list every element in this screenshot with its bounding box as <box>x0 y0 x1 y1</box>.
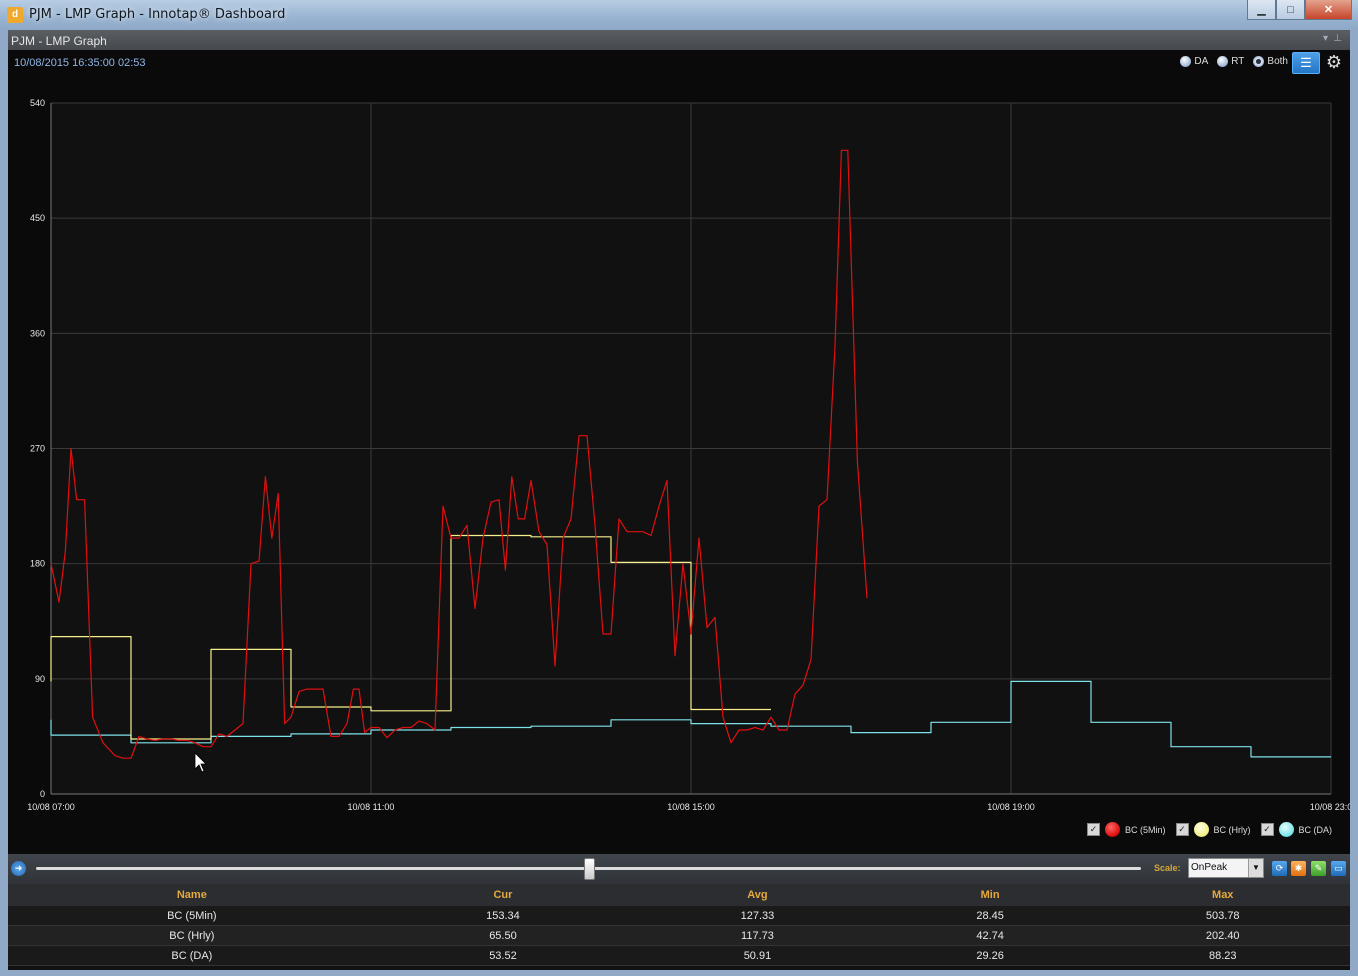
legend-checkbox-da[interactable]: ✓ <box>1260 823 1274 836</box>
window-frame-right <box>1350 30 1358 976</box>
legend-label-hrly: BC (Hrly) <box>1213 824 1251 835</box>
x-tick-label: 10/08 07:00 <box>27 802 75 812</box>
arrow-right-icon: ➜ <box>14 863 23 873</box>
cell-name: BC (Hrly) <box>8 925 376 946</box>
x-tick-label: 10/08 15:00 <box>667 802 715 812</box>
legend-dot-5min <box>1104 822 1120 837</box>
legend-item-5min[interactable]: ✓ BC (5Min) <box>1086 822 1166 837</box>
monitor-icon[interactable]: ▭ <box>1331 861 1346 876</box>
cell-min: 28.45 <box>884 906 1096 926</box>
dashboard-app-icon: d <box>7 7 23 23</box>
table-row[interactable]: BC (DA) 53.52 50.91 29.26 88.23 <box>8 945 1350 966</box>
scale-select[interactable]: OnPeak ▼ <box>1188 858 1264 878</box>
stats-table-container: Name Cur Avg Min Max BC (5Min) 153.34 12… <box>8 884 1350 970</box>
window-controls: ▁ □ ✕ <box>1247 0 1352 20</box>
legend-checkbox-5min[interactable]: ✓ <box>1086 823 1100 836</box>
y-tick-label: 360 <box>30 328 45 338</box>
legend-checkbox-hrly[interactable]: ✓ <box>1175 823 1189 836</box>
pin-icon[interactable]: ⊥ <box>1333 33 1342 44</box>
col-header-max[interactable]: Max <box>1095 884 1350 906</box>
legend-dot-hrly <box>1193 822 1209 837</box>
table-row[interactable]: BC (5Min) 153.34 127.33 28.45 503.78 <box>8 906 1350 926</box>
cell-max: 503.78 <box>1095 906 1350 926</box>
refresh-icon[interactable]: ⟳ <box>1272 861 1287 876</box>
cell-max: 202.40 <box>1095 925 1350 946</box>
minimize-button[interactable]: ▁ <box>1247 0 1276 20</box>
edit-icon[interactable]: ✎ <box>1311 861 1326 876</box>
table-header-row: Name Cur Avg Min Max <box>8 884 1350 906</box>
col-header-cur[interactable]: Cur <box>375 884 631 906</box>
table-row[interactable]: BC (Hrly) 65.50 117.73 42.74 202.40 <box>8 925 1350 946</box>
legend-item-da[interactable]: ✓ BC (DA) <box>1260 822 1333 837</box>
lmp-line-chart: 0 90 180 270 360 450 540 10/08 07:00 10/08 11:00… <box>27 98 1350 812</box>
chart-legend: ✓ BC (5Min) ✓ BC (Hrly) ✓ BC (DA) <box>1077 822 1332 837</box>
legend-dot-da <box>1278 822 1294 837</box>
play-button[interactable]: ➜ <box>11 861 26 876</box>
col-header-name[interactable]: Name <box>8 884 376 906</box>
cell-avg: 117.73 <box>630 925 885 946</box>
cell-avg: 127.33 <box>630 906 885 926</box>
cell-avg: 50.91 <box>630 945 885 966</box>
legend-label-da: BC (DA) <box>1298 824 1333 835</box>
x-tick-label: 10/08 11:00 <box>348 802 395 812</box>
x-tick-label: 10/08 19:00 <box>987 802 1035 812</box>
window-frame-left <box>0 30 8 976</box>
cell-name: BC (5Min) <box>8 906 376 926</box>
close-button[interactable]: ✕ <box>1305 0 1352 20</box>
panel-menu-icon[interactable]: ▾ <box>1323 33 1328 44</box>
y-tick-label: 0 <box>40 789 45 799</box>
chevron-down-icon: ▼ <box>1248 859 1263 877</box>
stats-table: Name Cur Avg Min Max BC (5Min) 153.34 12… <box>8 884 1350 966</box>
panel-header: PJM - LMP Graph ▾ ⊥ <box>8 30 1350 50</box>
cell-cur: 65.50 <box>375 925 631 946</box>
chart-area: 10/08/2015 16:35:00 02:53 DA RT Both ☰ ⚙… <box>8 50 1350 854</box>
y-tick-label: 540 <box>30 98 45 108</box>
panel-title: PJM - LMP Graph <box>11 34 107 48</box>
y-tick-label: 450 <box>30 213 45 223</box>
cell-min: 42.74 <box>884 925 1096 946</box>
window-frame-bottom <box>0 970 1358 976</box>
legend-item-hrly[interactable]: ✓ BC (Hrly) <box>1175 822 1251 837</box>
cell-cur: 53.52 <box>375 945 631 966</box>
y-tick-label: 90 <box>35 674 45 684</box>
maximize-button[interactable]: □ <box>1276 0 1305 20</box>
col-header-min[interactable]: Min <box>884 884 1096 906</box>
x-tick-label: 10/08 23:0 <box>1310 802 1350 812</box>
scale-select-value: OnPeak <box>1191 862 1228 873</box>
cell-max: 88.23 <box>1095 945 1350 966</box>
y-tick-label: 270 <box>30 444 45 454</box>
cell-cur: 153.34 <box>375 906 631 926</box>
window-title: PJM - LMP Graph - Innotap® Dashboard <box>29 7 286 22</box>
col-header-avg[interactable]: Avg <box>630 884 885 906</box>
cell-min: 29.26 <box>884 945 1096 966</box>
cell-name: BC (DA) <box>8 945 376 966</box>
legend-label-5min: BC (5Min) <box>1124 824 1166 835</box>
scale-label: Scale: <box>1154 863 1181 873</box>
time-slider-toolbar: ➜ Scale: OnPeak ▼ ⟳ ✱ ✎ ▭ <box>8 854 1350 884</box>
window-titlebar[interactable]: d PJM - LMP Graph - Innotap® Dashboard ▁… <box>0 0 1358 30</box>
orange-tool-icon[interactable]: ✱ <box>1291 861 1306 876</box>
y-tick-label: 180 <box>30 559 45 569</box>
time-slider-thumb[interactable] <box>583 858 595 880</box>
